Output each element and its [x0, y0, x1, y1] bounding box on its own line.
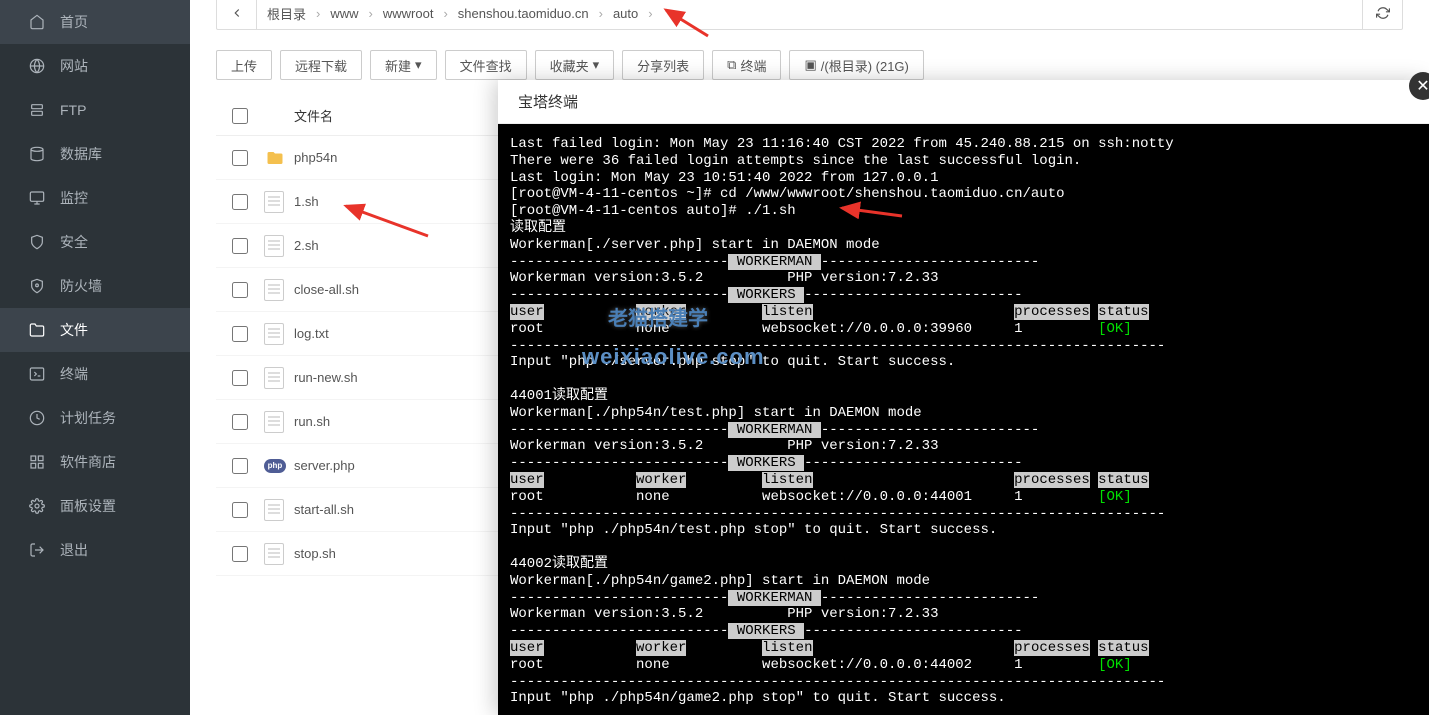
terminal-icon: ⧉ — [727, 57, 736, 73]
terminal-label: 终端 — [740, 56, 766, 75]
breadcrumb-segment[interactable]: shenshou.taomiduo.cn — [458, 6, 589, 21]
row-checkbox[interactable] — [232, 458, 248, 474]
terminal-button[interactable]: ⧉终端 — [712, 50, 781, 80]
apps-icon — [28, 453, 46, 471]
sidebar-item-firewall[interactable]: 防火墙 — [0, 264, 190, 308]
breadcrumb-bar: 根目录 › www › wwwroot › shenshou.taomiduo.cn › aut… — [216, 0, 1403, 30]
logout-icon — [28, 541, 46, 559]
disk-icon: ▣ — [804, 57, 816, 73]
row-checkbox[interactable] — [232, 370, 248, 386]
row-checkbox[interactable] — [232, 414, 248, 430]
monitor-icon — [28, 189, 46, 207]
disk-label: /(根目录) (21G) — [821, 56, 909, 75]
row-checkbox[interactable] — [232, 546, 248, 562]
refresh-button[interactable] — [1362, 0, 1402, 29]
new-button-label: 新建 — [385, 56, 411, 75]
sidebar-item-label: 软件商店 — [60, 452, 116, 472]
sidebar-item-label: 终端 — [60, 364, 88, 384]
search-button[interactable]: 文件查找 — [445, 50, 527, 80]
sidebar-item-monitor[interactable]: 监控 — [0, 176, 190, 220]
sidebar-item-logout[interactable]: 退出 — [0, 528, 190, 572]
folder-icon — [264, 149, 286, 167]
sidebar-item-label: 网站 — [60, 56, 88, 76]
sidebar-item-label: 文件 — [60, 320, 88, 340]
file-icon — [264, 235, 284, 257]
chevron-right-icon: › — [369, 6, 373, 21]
breadcrumb-segment[interactable]: www — [330, 6, 358, 21]
terminal-output[interactable]: Last failed login: Mon May 23 11:16:40 C… — [498, 124, 1429, 715]
disk-button[interactable]: ▣ /(根目录) (21G) — [789, 50, 923, 80]
chevron-right-icon: › — [443, 6, 447, 21]
breadcrumb-back-button[interactable] — [217, 0, 257, 29]
chevron-down-icon: ▾ — [593, 57, 600, 73]
row-checkbox[interactable] — [232, 150, 248, 166]
chevron-down-icon: ▾ — [415, 57, 422, 73]
row-checkbox[interactable] — [232, 326, 248, 342]
close-icon: ✕ — [1416, 76, 1429, 96]
sidebar-item-label: 数据库 — [60, 144, 102, 164]
sidebar-item-folder[interactable]: 文件 — [0, 308, 190, 352]
chevron-right-icon: › — [648, 6, 652, 21]
terminal-modal: ✕ 宝塔终端 Last failed login: Mon May 23 11:… — [498, 80, 1429, 715]
file-icon — [264, 411, 284, 433]
clock-icon — [28, 409, 46, 427]
sidebar-item-apps[interactable]: 软件商店 — [0, 440, 190, 484]
sidebar-item-clock[interactable]: 计划任务 — [0, 396, 190, 440]
sidebar-item-gear[interactable]: 面板设置 — [0, 484, 190, 528]
file-icon — [264, 191, 284, 213]
globe-icon — [28, 57, 46, 75]
sidebar-item-home[interactable]: 首页 — [0, 0, 190, 44]
sidebar-item-label: 安全 — [60, 232, 88, 252]
sidebar-item-label: 首页 — [60, 12, 88, 32]
firewall-icon — [28, 277, 46, 295]
terminal-title: 宝塔终端 — [498, 80, 1429, 124]
breadcrumb-segment[interactable]: wwwroot — [383, 6, 434, 21]
sidebar-item-label: 防火墙 — [60, 276, 102, 296]
row-checkbox[interactable] — [232, 238, 248, 254]
terminal-icon — [28, 365, 46, 383]
upload-button[interactable]: 上传 — [216, 50, 272, 80]
breadcrumb-path: 根目录 › www › wwwroot › shenshou.taomiduo.cn › aut… — [257, 4, 1362, 23]
row-checkbox[interactable] — [232, 194, 248, 210]
sidebar: 首页网站 FTP 数据库监控安全防火墙文件终端计划任务软件商店面板设置退出 — [0, 0, 190, 715]
php-icon: php — [264, 459, 286, 473]
breadcrumb-segment[interactable]: auto — [613, 6, 638, 21]
sidebar-item-db[interactable]: 数据库 — [0, 132, 190, 176]
file-icon — [264, 367, 284, 389]
sidebar-item-terminal[interactable]: 终端 — [0, 352, 190, 396]
folder-icon — [28, 321, 46, 339]
ftp-icon — [28, 101, 46, 119]
file-icon — [264, 499, 284, 521]
chevron-right-icon: › — [599, 6, 603, 21]
favorites-label: 收藏夹 — [550, 56, 589, 75]
shield-icon — [28, 233, 46, 251]
row-checkbox[interactable] — [232, 502, 248, 518]
gear-icon — [28, 497, 46, 515]
toolbar: 上传 远程下载 新建▾ 文件查找 收藏夹▾ 分享列表 ⧉终端 ▣/(根目录) (… — [216, 50, 1403, 80]
row-checkbox[interactable] — [232, 282, 248, 298]
remote-download-button[interactable]: 远程下载 — [280, 50, 362, 80]
sidebar-item-label: 计划任务 — [60, 408, 116, 428]
file-icon — [264, 543, 284, 565]
sidebar-item-label: 面板设置 — [60, 496, 116, 516]
db-icon — [28, 145, 46, 163]
sidebar-item-label: 监控 — [60, 188, 88, 208]
share-button[interactable]: 分享列表 — [622, 50, 704, 80]
sidebar-item-globe[interactable]: 网站 — [0, 44, 190, 88]
close-button[interactable]: ✕ — [1409, 72, 1429, 100]
sidebar-item-shield[interactable]: 安全 — [0, 220, 190, 264]
favorites-button[interactable]: 收藏夹▾ — [535, 50, 615, 80]
file-icon — [264, 323, 284, 345]
select-all-checkbox[interactable] — [232, 108, 248, 124]
breadcrumb-segment[interactable]: 根目录 — [267, 4, 306, 23]
sidebar-item-label: FTP — [60, 102, 86, 118]
new-button[interactable]: 新建▾ — [370, 50, 437, 80]
file-icon — [264, 279, 284, 301]
sidebar-item-ftp[interactable]: FTP — [0, 88, 190, 132]
sidebar-item-label: 退出 — [60, 540, 88, 560]
home-icon — [28, 13, 46, 31]
chevron-right-icon: › — [316, 6, 320, 21]
